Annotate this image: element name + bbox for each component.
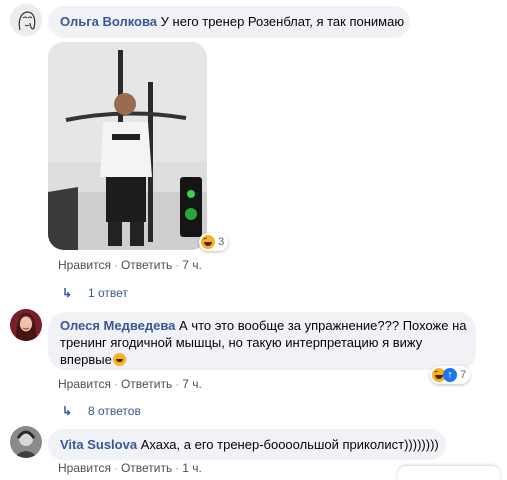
reply-arrow-icon: ↳ [62,286,73,300]
reply-link[interactable]: Ответить [121,258,172,272]
reply-link[interactable]: Ответить [121,377,172,391]
comment-actions: Нравится · Ответить · 7 ч. [58,377,202,391]
timestamp-link[interactable]: 7 ч. [182,377,202,391]
comment-text: У него тренер Розенблат, я так понимаю [160,14,405,29]
replies-count: 1 ответ [88,286,128,300]
comment-actions: Нравится · Ответить · 1 ч. [58,461,202,475]
gym-photo-image [48,42,207,250]
haha-reaction-icon [201,235,215,250]
like-link[interactable]: Нравится [58,461,111,475]
comment-bubble: Vita Suslova Ахаха, а его тренер-бооoоль… [48,429,446,460]
reaction-count: 3 [218,236,225,248]
avatar[interactable] [10,309,42,341]
comment-text-line: тренинг ягодичной мышцы, но такую интерп… [60,335,423,350]
separator: · [175,377,180,391]
avatar[interactable] [10,426,42,458]
comment-bubble: Олеся Медведева А что это вообще за упра… [48,312,476,370]
separator: · [113,461,118,475]
like-link[interactable]: Нравится [58,258,111,272]
comment-actions: Нравится · Ответить · 7 ч. [58,258,202,272]
view-replies-link[interactable]: ↳ 1 ответ [62,286,128,300]
comment-text-line: А что это вообще за упражнение??? Похоже… [179,318,467,333]
comment-photo[interactable] [48,42,207,250]
separator: · [113,258,118,272]
avatar-sketch-icon [10,4,42,36]
replies-count: 8 ответов [88,404,141,418]
comment-author[interactable]: Ольга Волкова [60,14,157,29]
photo-reaction-summary[interactable]: 3 [199,233,229,251]
separator: · [175,258,180,272]
comment-author[interactable]: Vita Suslova [60,437,137,452]
chat-widget-edge[interactable] [398,466,500,480]
avatar-photo-icon [10,309,42,341]
timestamp-link[interactable]: 7 ч. [182,258,202,272]
like-reaction-icon [443,366,457,384]
laughing-emoji-icon [112,353,126,366]
avatar[interactable] [10,4,42,36]
comment-reaction-summary[interactable]: 7 [430,366,471,384]
reply-link[interactable]: Ответить [121,461,172,475]
separator: · [175,461,180,475]
like-link[interactable]: Нравится [58,377,111,391]
view-replies-link[interactable]: ↳ 8 ответов [62,404,141,418]
comment-author[interactable]: Олеся Медведева [60,318,175,333]
separator: · [113,377,118,391]
comment-text-line: впервые [60,352,112,367]
avatar-photo-icon [10,426,42,458]
comment-bubble: Ольга Волкова У него тренер Розенблат, я… [48,6,410,38]
reaction-count: 7 [460,369,467,381]
comment-text: Ахаха, а его тренер-бооoольшой приколист… [140,437,439,452]
reply-arrow-icon: ↳ [62,404,73,418]
timestamp-link[interactable]: 1 ч. [182,461,202,475]
